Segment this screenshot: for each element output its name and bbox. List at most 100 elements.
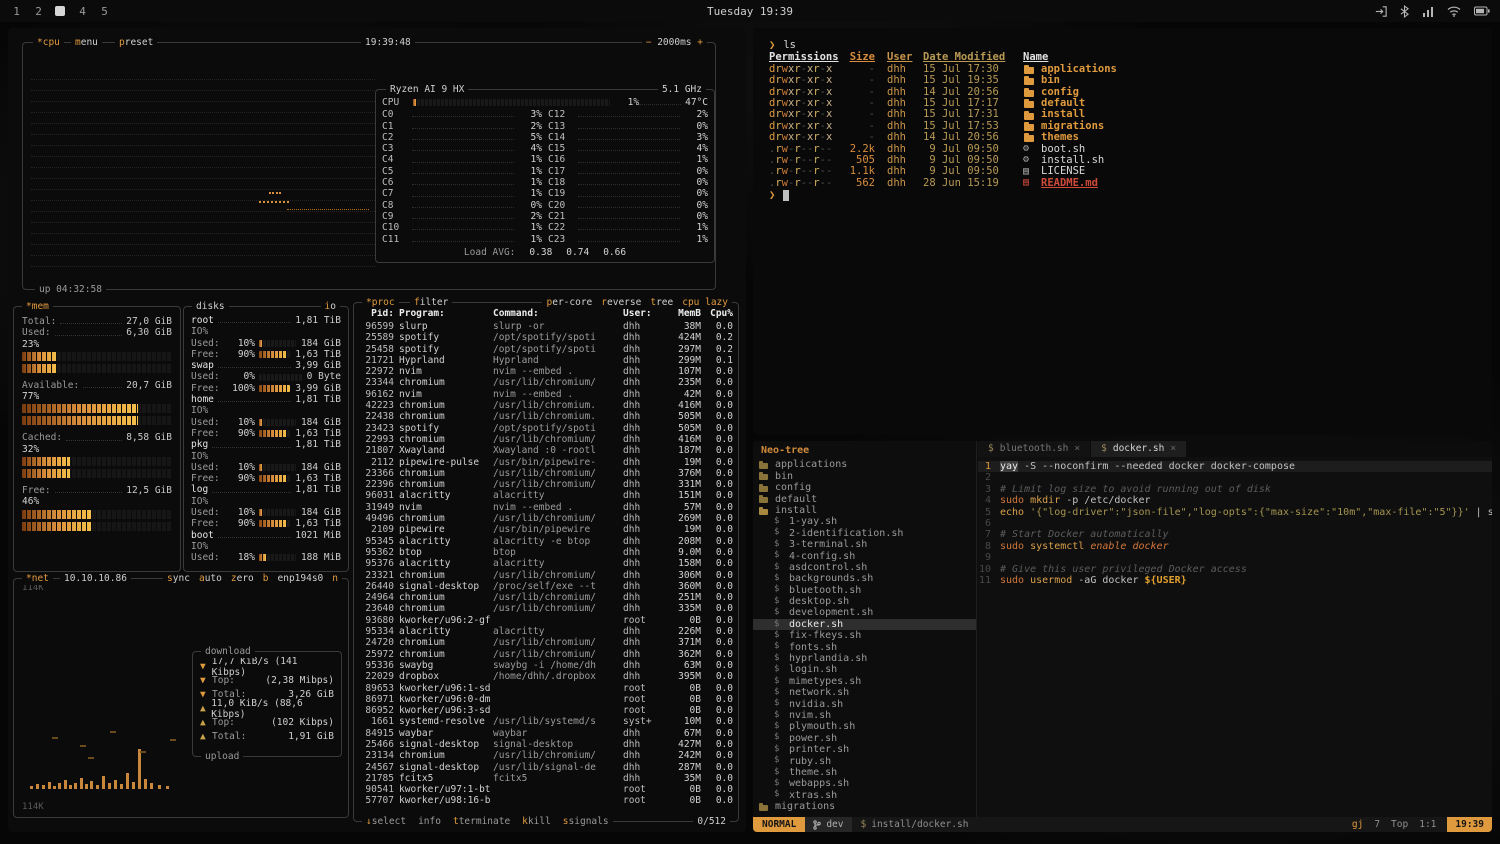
process-row[interactable]: 22396 chromium /usr/lib/chromium/ dhh 33…: [359, 479, 733, 490]
tree-item[interactable]: webapps.sh: [753, 778, 976, 789]
buffer-line[interactable]: 1 yay -S --noconfirm --needed docker doc…: [978, 461, 1492, 472]
tree-item[interactable]: 4-config.sh: [753, 551, 976, 562]
bluetooth-icon[interactable]: [1400, 5, 1409, 18]
process-row[interactable]: 24964 chromium /usr/lib/chromium/ dhh 25…: [359, 592, 733, 603]
buffer-tab[interactable]: $ docker.sh ×: [1091, 441, 1186, 457]
tree-item[interactable]: development.sh: [753, 607, 976, 618]
tree-item[interactable]: fonts.sh: [753, 642, 976, 653]
tree-item[interactable]: hyprlandia.sh: [753, 653, 976, 664]
net-auto-button[interactable]: auto: [199, 572, 222, 585]
interval-increase-button[interactable]: +: [697, 37, 703, 48]
close-tab-icon[interactable]: ×: [1170, 443, 1176, 454]
process-row[interactable]: 93680 kworker/u96:2-gf root 0B 0.0: [359, 615, 733, 626]
process-row[interactable]: 96162 nvim nvim --embed . dhh 42M 0.0: [359, 389, 733, 400]
process-row[interactable]: 23344 chromium /usr/lib/chromium/ dhh 23…: [359, 377, 733, 388]
tree-item[interactable]: bin: [753, 471, 976, 482]
process-row[interactable]: 96031 alacritty alacritty dhh 151M 0.0: [359, 490, 733, 501]
buffer-line[interactable]: 7 # Start Docker automatically: [978, 529, 1492, 540]
tree-item[interactable]: config: [753, 482, 976, 493]
filter-button[interactable]: filter: [410, 296, 452, 309]
process-row[interactable]: 21807 Xwayland Xwayland :0 -rootl dhh 18…: [359, 445, 733, 456]
tree-item[interactable]: nvim.sh: [753, 710, 976, 721]
buffer-line[interactable]: 8 sudo systemctl enable docker: [978, 541, 1492, 552]
tree-item[interactable]: backgrounds.sh: [753, 573, 976, 584]
tree-item[interactable]: default: [753, 494, 976, 505]
tree-item[interactable]: ruby.sh: [753, 756, 976, 767]
tree-item[interactable]: 2-identification.sh: [753, 528, 976, 539]
tree-item[interactable]: nvidia.sh: [753, 699, 976, 710]
tree-item[interactable]: bluetooth.sh: [753, 585, 976, 596]
process-row[interactable]: 26440 signal-desktop /proc/self/exe --t …: [359, 581, 733, 592]
proc-footer-action[interactable]: tterminate: [453, 815, 510, 828]
proc-footer-action[interactable]: kkill: [522, 815, 551, 828]
buffer-line[interactable]: 3 # Limit log size to avoid running out …: [978, 484, 1492, 495]
process-row[interactable]: 89653 kworker/u96:1-sd root 0B 0.0: [359, 683, 733, 694]
process-row[interactable]: 23134 chromium /usr/lib/chromium/ dhh 24…: [359, 750, 733, 761]
process-row[interactable]: 57707 kworker/u98:16-b root 0B 0.0: [359, 795, 733, 806]
tree-item[interactable]: docker.sh: [753, 619, 976, 630]
buffer-line[interactable]: 4 sudo mkdir -p /etc/docker: [978, 495, 1492, 506]
process-row[interactable]: 2109 pipewire /usr/bin/pipewire dhh 19M …: [359, 524, 733, 535]
battery-icon[interactable]: [1474, 6, 1490, 16]
process-row[interactable]: 90541 kworker/u97:1-bt root 0B 0.0: [359, 784, 733, 795]
interval-decrease-button[interactable]: −: [646, 37, 652, 48]
process-row[interactable]: 22993 chromium /usr/lib/chromium/ dhh 41…: [359, 434, 733, 445]
process-row[interactable]: 23640 chromium /usr/lib/chromium/ dhh 33…: [359, 603, 733, 614]
process-row[interactable]: 22029 dropbox /home/dhh/.dropbox dhh 395…: [359, 671, 733, 682]
buffer-line[interactable]: 10 # Give this user privileged Docker ac…: [978, 564, 1492, 575]
logout-icon[interactable]: [1375, 5, 1387, 18]
process-row[interactable]: 95376 alacritty alacritty dhh 158M 0.0: [359, 558, 733, 569]
tree-item[interactable]: printer.sh: [753, 744, 976, 755]
tree-item[interactable]: plymouth.sh: [753, 721, 976, 732]
per-core-toggle[interactable]: per-core: [546, 296, 592, 309]
buffer-line[interactable]: 5 echo '{"log-driver":"json-file","log-o…: [978, 507, 1492, 518]
process-row[interactable]: 96599 slurp slurp -or dhh 38M 0.0: [359, 321, 733, 332]
process-row[interactable]: 25466 signal-desktop signal-desktop dhh …: [359, 739, 733, 750]
tree-item[interactable]: migrations: [753, 801, 976, 812]
net-sync-button[interactable]: sync: [167, 572, 190, 585]
process-row[interactable]: 23366 chromium /usr/lib/chromium/ dhh 37…: [359, 468, 733, 479]
proc-footer-action[interactable]: ssignals: [563, 815, 609, 828]
buffer-line[interactable]: 6: [978, 518, 1492, 529]
process-row[interactable]: 95362 btop btop dhh 9.0M 0.0: [359, 547, 733, 558]
process-row[interactable]: 95334 alacritty alacritty dhh 226M 0.0: [359, 626, 733, 637]
io-mode-button[interactable]: io: [321, 300, 340, 313]
proc-footer-action[interactable]: info: [418, 815, 441, 828]
buffer-line[interactable]: 11 sudo usermod -aG docker ${USER}: [978, 575, 1492, 586]
process-row[interactable]: 49496 chromium /usr/lib/chromium/ dhh 26…: [359, 513, 733, 524]
wifi-icon[interactable]: [1447, 5, 1461, 17]
process-row[interactable]: 95336 swaybg swaybg -i /home/dh dhh 63M …: [359, 660, 733, 671]
workspace-indicator[interactable]: 4: [76, 3, 89, 19]
process-row[interactable]: 23321 chromium /usr/lib/chromium/ dhh 30…: [359, 570, 733, 581]
process-row[interactable]: 24567 signal-desktop /usr/lib/signal-de …: [359, 762, 733, 773]
process-row[interactable]: 24720 chromium /usr/lib/chromium/ dhh 37…: [359, 637, 733, 648]
tree-toggle[interactable]: tree: [650, 296, 673, 309]
tree-item[interactable]: asdcontrol.sh: [753, 562, 976, 573]
net-next-iface-button[interactable]: n: [332, 572, 338, 585]
tree-item[interactable]: 3-terminal.sh: [753, 539, 976, 550]
process-row[interactable]: 86952 kworker/u96:3-sd root 0B 0.0: [359, 705, 733, 716]
process-row[interactable]: 2112 pipewire-pulse /usr/bin/pipewire- d…: [359, 457, 733, 468]
process-row[interactable]: 21721 Hyprland Hyprland dhh 299M 0.1: [359, 355, 733, 366]
process-row[interactable]: 86971 kworker/u96:0-dm root 0B 0.0: [359, 694, 733, 705]
process-row[interactable]: 42223 chromium /usr/lib/chromium. dhh 41…: [359, 400, 733, 411]
tree-item[interactable]: applications: [753, 459, 976, 470]
buffer-line[interactable]: 9: [978, 552, 1492, 563]
tree-item[interactable]: desktop.sh: [753, 596, 976, 607]
net-zero-button[interactable]: zero: [231, 572, 254, 585]
tree-item[interactable]: login.sh: [753, 664, 976, 675]
net-prev-iface-button[interactable]: b: [263, 572, 269, 585]
sort-selector[interactable]: cpu lazy: [682, 296, 728, 309]
menu-button[interactable]: menu: [71, 36, 102, 49]
process-row[interactable]: 31949 nvim nvim --embed . dhh 57M 0.0: [359, 502, 733, 513]
preset-button[interactable]: preset: [115, 36, 157, 49]
process-row[interactable]: 25458 spotify /opt/spotify/spoti dhh 297…: [359, 344, 733, 355]
workspace-indicator[interactable]: 5: [98, 3, 111, 19]
workspace-indicator[interactable]: 3: [54, 3, 67, 19]
reverse-toggle[interactable]: reverse: [601, 296, 641, 309]
proc-footer-action[interactable]: ↓select: [366, 815, 406, 828]
workspace-indicator[interactable]: 1: [10, 3, 23, 19]
tree-item[interactable]: xtras.sh: [753, 790, 976, 801]
process-row[interactable]: 25589 spotify /opt/spotify/spoti dhh 424…: [359, 332, 733, 343]
tree-item[interactable]: 1-yay.sh: [753, 516, 976, 527]
